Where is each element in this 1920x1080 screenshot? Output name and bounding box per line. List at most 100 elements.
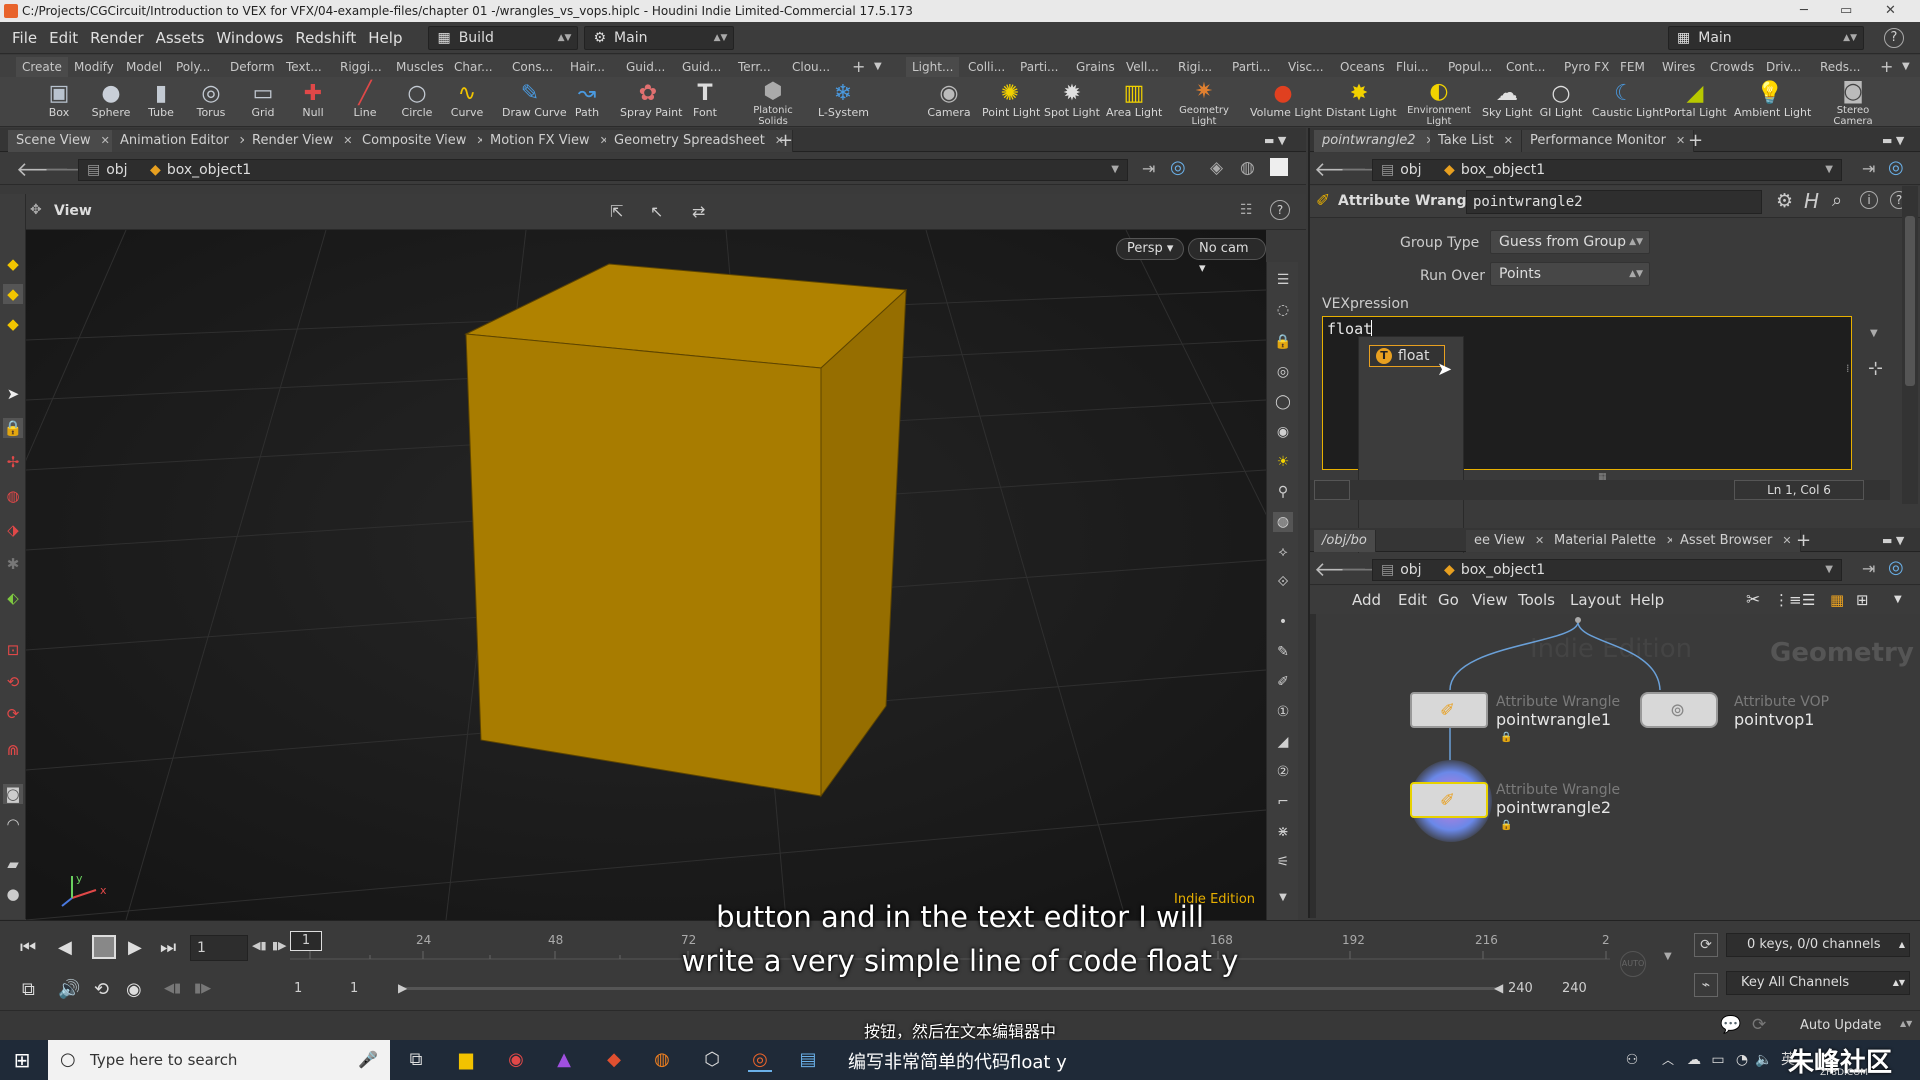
- path-root[interactable]: obj: [1400, 562, 1421, 578]
- range-slider-right-handle[interactable]: ◀: [1494, 981, 1503, 995]
- menu-assets[interactable]: Assets: [150, 22, 211, 54]
- tool-torus[interactable]: ◎ Torus: [186, 77, 236, 127]
- network-menu-go[interactable]: Go: [1438, 586, 1459, 614]
- right-desktop-dropdown[interactable]: ▦ Main ▲▼: [1668, 26, 1864, 50]
- tool-line[interactable]: ╱ Line: [340, 77, 390, 127]
- tool-distant-light[interactable]: ✸ Distant Light: [1326, 77, 1397, 127]
- tool-curve[interactable]: ∿ Curve: [442, 77, 492, 127]
- houdini-taskbar-icon[interactable]: ◎: [748, 1048, 772, 1072]
- close-icon[interactable]: ✕: [101, 134, 110, 147]
- tool-sphere[interactable]: ● Sphere: [86, 77, 136, 127]
- battery-icon[interactable]: ▭: [1706, 1048, 1730, 1072]
- shelf-tab-redshift[interactable]: Reds...: [1814, 57, 1867, 77]
- tab-take-list[interactable]: Take List ✕: [1430, 130, 1522, 152]
- select-prims-icon[interactable]: ◆: [3, 314, 23, 334]
- wrench-icon[interactable]: ✂: [1746, 586, 1760, 614]
- next-key-icon[interactable]: ▮▶: [194, 981, 211, 996]
- tool-gi-light[interactable]: ○ GI Light: [1536, 77, 1586, 127]
- tab-animation-editor[interactable]: Animation Editor✕: [112, 130, 258, 152]
- network-menu-view[interactable]: View: [1472, 586, 1508, 614]
- tab-motion-fx-view[interactable]: Motion FX View ✕: [482, 130, 618, 152]
- realtime-toggle-icon[interactable]: ⧉: [22, 979, 35, 1000]
- tool-platonic-solids[interactable]: ⬢ Platonic Solids: [748, 77, 798, 127]
- shelf-tab-populate[interactable]: Popul...: [1442, 57, 1498, 77]
- orbit-tool-icon[interactable]: ◠: [3, 814, 23, 834]
- path-root[interactable]: obj: [1400, 162, 1421, 178]
- link-icon[interactable]: ◎: [1888, 157, 1904, 178]
- shelf-tab-text[interactable]: Text...: [280, 57, 328, 77]
- node-name-label[interactable]: pointwrangle2: [1496, 798, 1611, 817]
- normals-icon[interactable]: ⟡: [1273, 542, 1293, 562]
- lock-tool-icon[interactable]: 🔒: [3, 418, 23, 438]
- tree-icon[interactable]: ⋮≡: [1774, 586, 1802, 614]
- unity-icon[interactable]: ⬡: [700, 1048, 724, 1072]
- range-end2-field[interactable]: 240: [1562, 981, 1587, 996]
- shelf-tab-guide2[interactable]: Guid...: [676, 57, 727, 77]
- node-name-field[interactable]: pointwrangle2: [1466, 190, 1762, 214]
- link-icon[interactable]: ◎: [1888, 557, 1904, 578]
- tab-geometry-spreadsheet[interactable]: Geometry Spreadsheet ✕: [606, 130, 794, 152]
- shelf-tab-viscous[interactable]: Visc...: [1282, 57, 1330, 77]
- tool-spot-light[interactable]: ✹ Spot Light: [1044, 77, 1100, 127]
- dot-icon[interactable]: •: [1273, 612, 1293, 632]
- node-pointvop1[interactable]: ⊚: [1640, 692, 1718, 728]
- 3d-viewport[interactable]: y x Persp ▾ No cam ▾ Indie Edition: [26, 230, 1266, 920]
- tool-path[interactable]: ↝ Path: [562, 77, 612, 127]
- tool-font[interactable]: T Font: [680, 77, 730, 127]
- shelf-tab-muscles[interactable]: Muscles: [390, 57, 450, 77]
- file-explorer-icon[interactable]: ▆: [454, 1048, 478, 1072]
- close-icon[interactable]: ✕: [1535, 534, 1544, 547]
- tool-point-light[interactable]: ✺ Point Light: [982, 77, 1040, 127]
- shelf-tab-poly[interactable]: Poly...: [170, 57, 216, 77]
- pointer-tool-icon[interactable]: ➤: [3, 384, 23, 404]
- grid-view-icon[interactable]: ⊞: [1856, 586, 1869, 614]
- tool-draw-curve[interactable]: ✎ Draw Curve: [502, 77, 567, 127]
- add-tab-button[interactable]: +: [1680, 130, 1711, 152]
- box-geometry[interactable]: [464, 263, 908, 798]
- task-view-icon[interactable]: ⧉: [404, 1048, 428, 1072]
- path-breadcrumb[interactable]: ▤ obj ◆ box_object1 ▼: [78, 159, 1128, 181]
- tab-performance-monitor[interactable]: Performance Monitor ✕: [1522, 130, 1695, 152]
- shelf-tab-vellum[interactable]: Vell...: [1120, 57, 1165, 77]
- node-pointwrangle1[interactable]: ✐: [1410, 692, 1488, 728]
- network-menu-tools[interactable]: Tools: [1518, 586, 1555, 614]
- shelf-tab-grains[interactable]: Grains: [1070, 57, 1121, 77]
- tool-ambient-light[interactable]: 💡 Ambient Light: [1734, 77, 1811, 127]
- path-object[interactable]: box_object1: [1461, 562, 1545, 578]
- select-points-icon[interactable]: ◆: [3, 284, 23, 304]
- list-view-icon[interactable]: ☰: [1802, 586, 1815, 614]
- scrollbar-thumb[interactable]: [1905, 216, 1915, 386]
- layers-tool-icon[interactable]: ▰: [3, 854, 23, 874]
- range-start-field[interactable]: 1: [294, 981, 302, 996]
- affinity-icon[interactable]: ▲: [552, 1048, 576, 1072]
- tab-material-palette[interactable]: Material Palette ✕: [1546, 530, 1685, 552]
- secure-selection-icon[interactable]: ⇄: [692, 202, 705, 221]
- corner-icon[interactable]: ⌐: [1273, 792, 1293, 812]
- tab-tree-view[interactable]: ee View ✕: [1466, 530, 1554, 552]
- menu-edit[interactable]: Edit: [43, 22, 84, 54]
- shelf-menu-chevron-icon-right[interactable]: ▼: [1896, 57, 1916, 77]
- display-options-icon[interactable]: ◈: [1210, 158, 1223, 178]
- network-path-breadcrumb[interactable]: ▤ obj ◆ box_object1 ▼: [1372, 559, 1842, 581]
- lock-icon[interactable]: 🔒: [1273, 332, 1293, 352]
- help-icon[interactable]: ?: [1884, 28, 1904, 48]
- shelf-tab-modify[interactable]: Modify: [68, 57, 120, 77]
- audio-icon[interactable]: 🔊: [58, 979, 80, 1000]
- tool-box[interactable]: ▣ Box: [34, 77, 84, 127]
- tool-grid[interactable]: ▭ Grid: [238, 77, 288, 127]
- network-menu-layout[interactable]: Layout: [1570, 586, 1621, 614]
- splitter-icon[interactable]: ⁞: [1846, 362, 1850, 375]
- shelf-tab-deform[interactable]: Deform: [224, 57, 281, 77]
- shelf-tab-guide1[interactable]: Guid...: [620, 57, 671, 77]
- network-icon[interactable]: ◔: [1730, 1048, 1754, 1072]
- shelf-tab-hair[interactable]: Hair...: [564, 57, 611, 77]
- primitive-number-icon[interactable]: ②: [1273, 762, 1293, 782]
- menu-windows[interactable]: Windows: [210, 22, 289, 54]
- light-bulb-icon[interactable]: ◉: [1273, 422, 1293, 442]
- app-icon-red[interactable]: ◆: [602, 1048, 626, 1072]
- chrome-icon[interactable]: ◉: [504, 1048, 528, 1072]
- camera-dropdown[interactable]: No cam ▾: [1188, 238, 1266, 276]
- blender-icon[interactable]: ◍: [650, 1048, 674, 1072]
- camera-tool-icon[interactable]: ◙: [3, 784, 23, 804]
- ghost-icon[interactable]: ☰: [1273, 270, 1293, 290]
